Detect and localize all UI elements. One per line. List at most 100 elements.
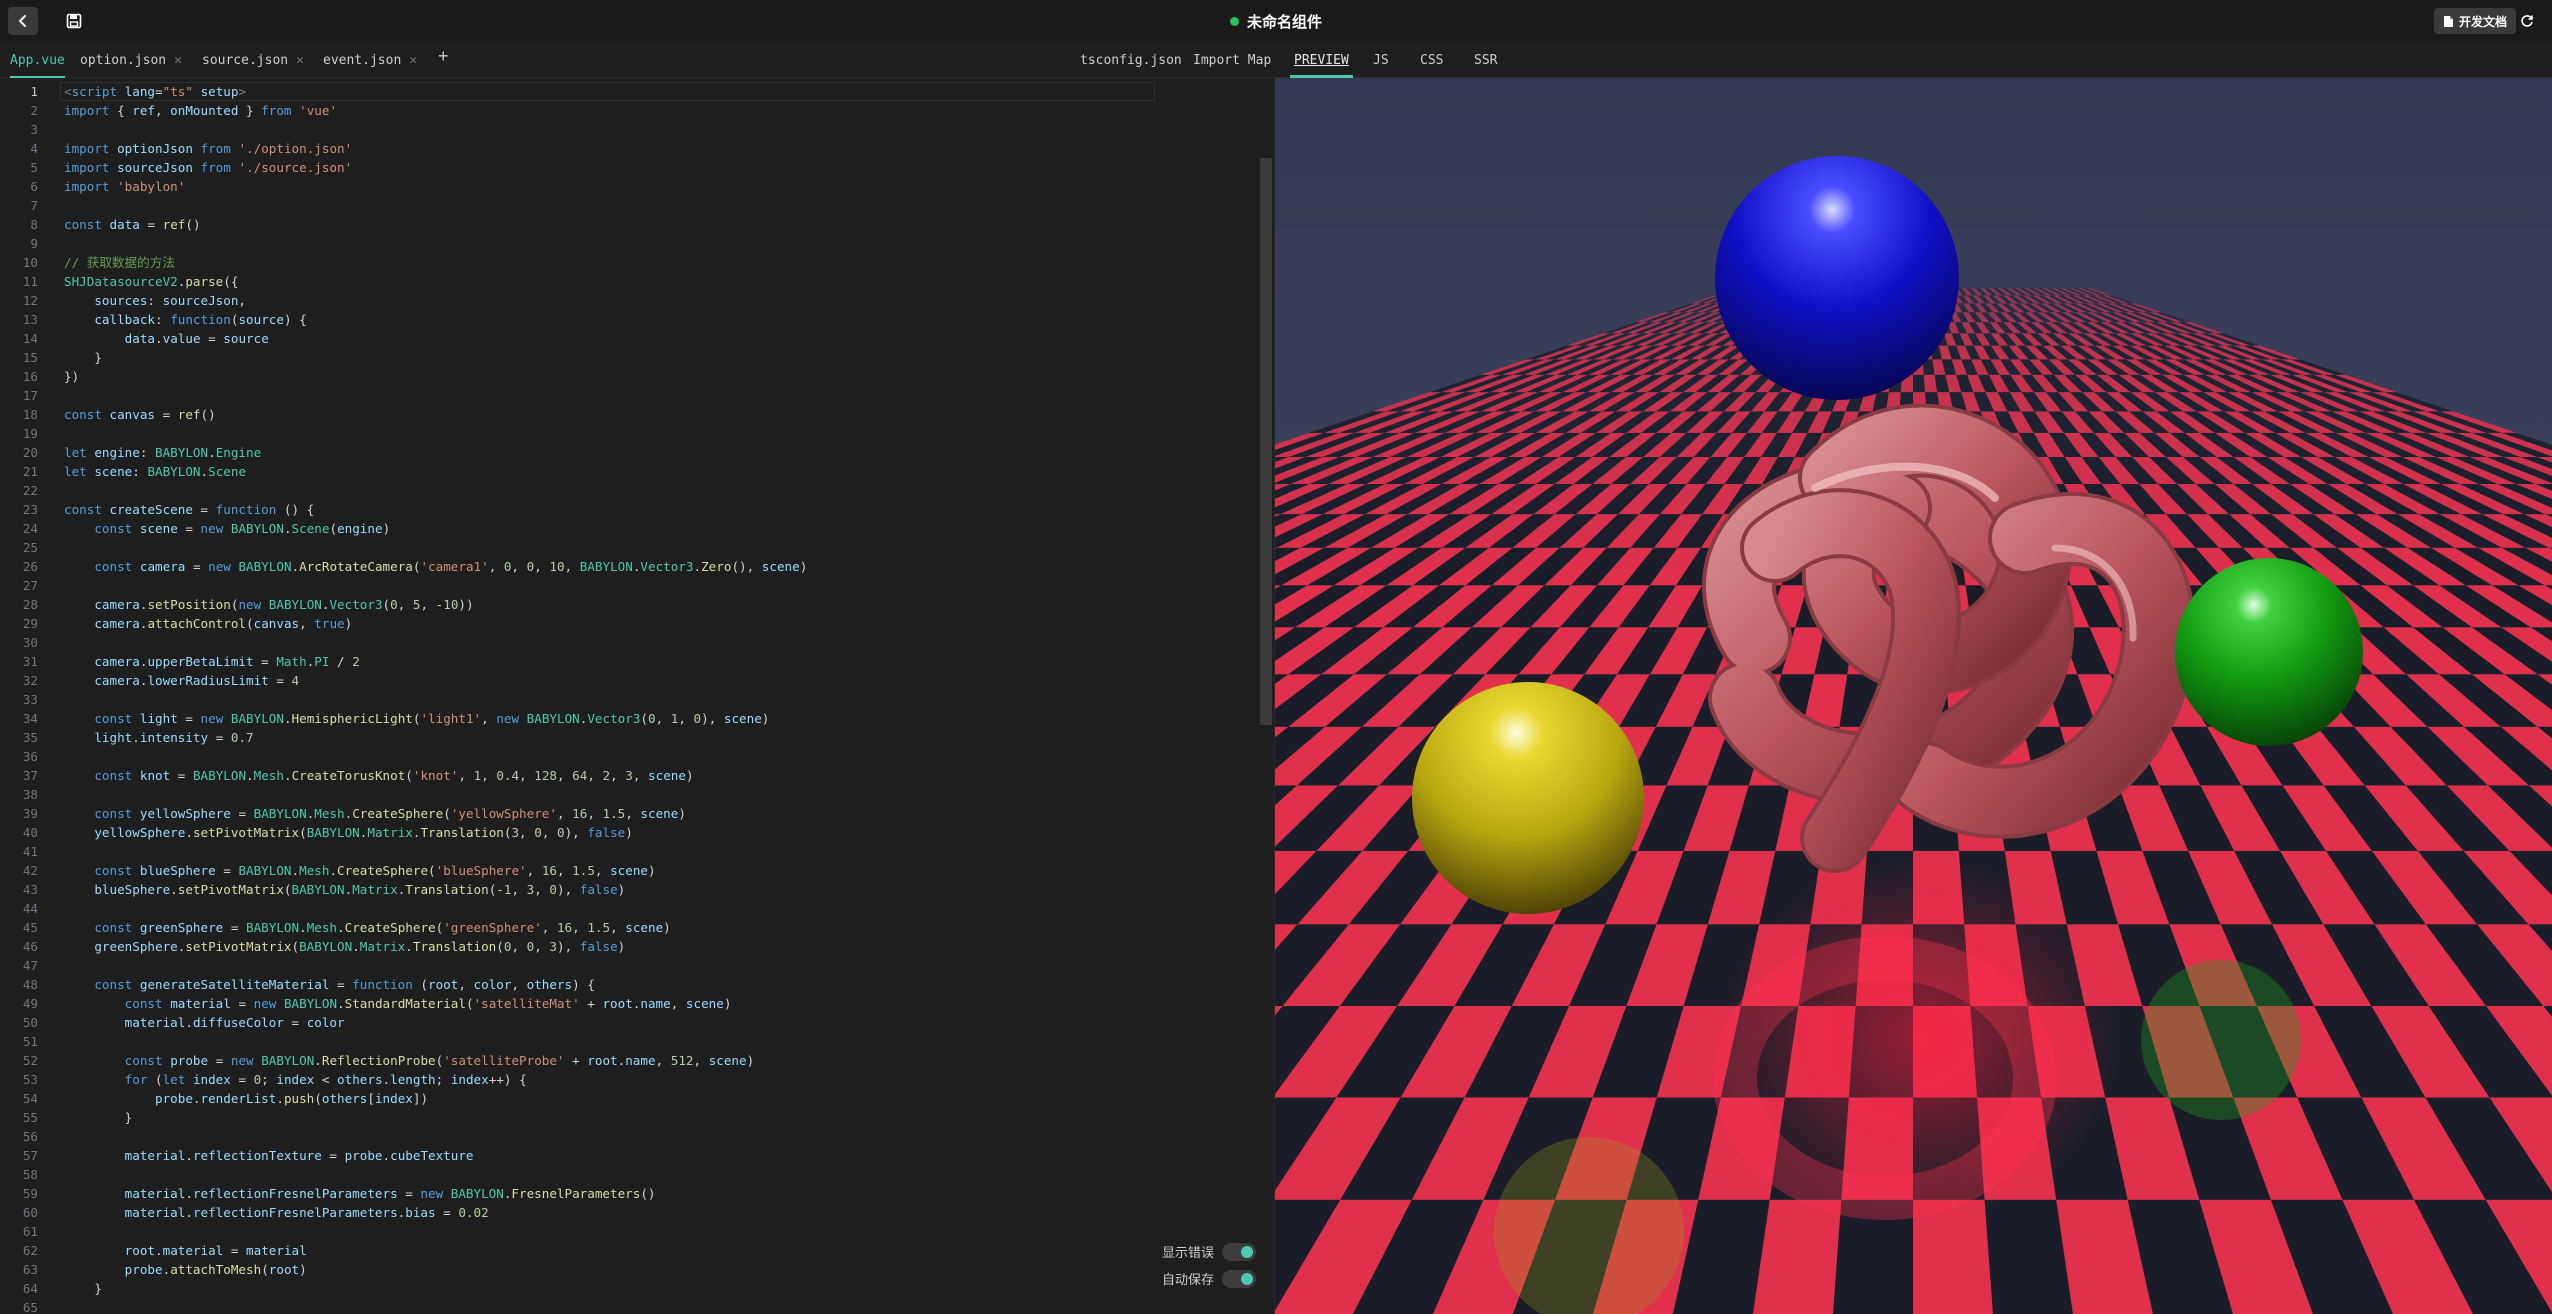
- code-line[interactable]: 6 import 'babylon': [0, 177, 1260, 196]
- code-line[interactable]: 28 camera.setPosition(new BABYLON.Vector…: [0, 595, 1260, 614]
- code-line[interactable]: 39 const yellowSphere = BABYLON.Mesh.Cre…: [0, 804, 1260, 823]
- line-number: 12: [22, 293, 38, 308]
- code-line[interactable]: 44: [0, 899, 1260, 918]
- code-line[interactable]: 9: [0, 234, 1260, 253]
- auto-save-toggle[interactable]: [1222, 1269, 1257, 1288]
- code-line[interactable]: 3: [0, 120, 1260, 139]
- code-line[interactable]: 10 // 获取数据的方法: [0, 253, 1260, 272]
- code-line[interactable]: 43 blueSphere.setPivotMatrix(BABYLON.Mat…: [0, 880, 1260, 899]
- tab-tsconfig[interactable]: tsconfig.json: [1080, 42, 1182, 78]
- code-text: // 获取数据的方法: [64, 255, 175, 270]
- code-line[interactable]: 33: [0, 690, 1260, 709]
- code-line[interactable]: 48 const generateSatelliteMaterial = fun…: [0, 975, 1260, 994]
- code-line[interactable]: 21 let scene: BABYLON.Scene: [0, 462, 1260, 481]
- code-line[interactable]: 20 let engine: BABYLON.Engine: [0, 443, 1260, 462]
- code-line[interactable]: 31 camera.upperBetaLimit = Math.PI / 2: [0, 652, 1260, 671]
- code-text: }): [64, 369, 80, 384]
- code-line[interactable]: 35 light.intensity = 0.7: [0, 728, 1260, 747]
- tab-source-json[interactable]: source.json ✕: [202, 42, 304, 78]
- code-line[interactable]: 17: [0, 386, 1260, 405]
- add-tab-button[interactable]: +: [438, 46, 449, 67]
- code-line[interactable]: 26 const camera = new BABYLON.ArcRotateC…: [0, 557, 1260, 576]
- code-line[interactable]: 15 }: [0, 348, 1260, 367]
- code-line[interactable]: 63 probe.attachToMesh(root): [0, 1260, 1260, 1279]
- code-line[interactable]: 19: [0, 424, 1260, 443]
- auto-save-toggle-row: 自动保存: [1162, 1269, 1257, 1288]
- save-button[interactable]: [62, 9, 86, 33]
- tab-preview[interactable]: PREVIEW: [1290, 42, 1353, 78]
- code-line[interactable]: 4 import optionJson from './option.json': [0, 139, 1260, 158]
- tab-css[interactable]: CSS: [1420, 42, 1443, 78]
- code-text: }: [64, 1281, 102, 1296]
- code-line[interactable]: 42 const blueSphere = BABYLON.Mesh.Creat…: [0, 861, 1260, 880]
- tab-event-json[interactable]: event.json ✕: [323, 42, 417, 78]
- code-line[interactable]: 60 material.reflectionFresnelParameters.…: [0, 1203, 1260, 1222]
- code-line[interactable]: 56: [0, 1127, 1260, 1146]
- tab-js[interactable]: JS: [1373, 42, 1389, 78]
- code-line[interactable]: 47: [0, 956, 1260, 975]
- preview-pane[interactable]: [1275, 78, 2552, 1314]
- code-line[interactable]: 18 const canvas = ref(): [0, 405, 1260, 424]
- code-line[interactable]: 52 const probe = new BABYLON.ReflectionP…: [0, 1051, 1260, 1070]
- code-line[interactable]: 12 sources: sourceJson,: [0, 291, 1260, 310]
- babylon-canvas[interactable]: [1275, 78, 2552, 1314]
- tab-import-map[interactable]: Import Map: [1193, 42, 1271, 78]
- code-line[interactable]: 57 material.reflectionTexture = probe.cu…: [0, 1146, 1260, 1165]
- code-line[interactable]: 14 data.value = source: [0, 329, 1260, 348]
- code-line[interactable]: 51: [0, 1032, 1260, 1051]
- code-line[interactable]: 40 yellowSphere.setPivotMatrix(BABYLON.M…: [0, 823, 1260, 842]
- code-line[interactable]: 2 import { ref, onMounted } from 'vue': [0, 101, 1260, 120]
- code-line[interactable]: 49 const material = new BABYLON.Standard…: [0, 994, 1260, 1013]
- code-line[interactable]: 61: [0, 1222, 1260, 1241]
- code-line[interactable]: 37 const knot = BABYLON.Mesh.CreateTorus…: [0, 766, 1260, 785]
- line-number: 16: [22, 369, 38, 384]
- code-line[interactable]: 27: [0, 576, 1260, 595]
- code-line[interactable]: 34 const light = new BABYLON.Hemispheric…: [0, 709, 1260, 728]
- code-line[interactable]: 50 material.diffuseColor = color: [0, 1013, 1260, 1032]
- code-line[interactable]: 7: [0, 196, 1260, 215]
- docs-button[interactable]: 开发文档: [2434, 8, 2517, 34]
- code-line[interactable]: 58: [0, 1165, 1260, 1184]
- code-line[interactable]: 65: [0, 1298, 1260, 1314]
- editor-scrollbar[interactable]: [1260, 158, 1272, 725]
- code-line[interactable]: 41: [0, 842, 1260, 861]
- code-line[interactable]: 55 }: [0, 1108, 1260, 1127]
- refresh-button[interactable]: [2516, 10, 2538, 32]
- close-icon[interactable]: ✕: [174, 53, 182, 68]
- back-button[interactable]: [8, 7, 38, 35]
- code-line[interactable]: 8 const data = ref(): [0, 215, 1260, 234]
- code-line[interactable]: 29 camera.attachControl(canvas, true): [0, 614, 1260, 633]
- code-line[interactable]: 22: [0, 481, 1260, 500]
- code-line[interactable]: 53 for (let index = 0; index < others.le…: [0, 1070, 1260, 1089]
- line-number: 41: [22, 844, 38, 859]
- line-number: 25: [22, 540, 38, 555]
- show-errors-toggle[interactable]: [1222, 1242, 1257, 1261]
- code-line[interactable]: 5 import sourceJson from './source.json': [0, 158, 1260, 177]
- tab-option-json[interactable]: option.json ✕: [80, 42, 182, 78]
- line-number: 28: [22, 597, 38, 612]
- code-line[interactable]: 11 SHJDatasourceV2.parse({: [0, 272, 1260, 291]
- code-line[interactable]: 46 greenSphere.setPivotMatrix(BABYLON.Ma…: [0, 937, 1260, 956]
- code-line[interactable]: 13 callback: function(source) {: [0, 310, 1260, 329]
- code-line[interactable]: 62 root.material = material: [0, 1241, 1260, 1260]
- code-line[interactable]: 30: [0, 633, 1260, 652]
- close-icon[interactable]: ✕: [409, 53, 417, 68]
- code-line[interactable]: 32 camera.lowerRadiusLimit = 4: [0, 671, 1260, 690]
- code-line[interactable]: 16}): [0, 367, 1260, 386]
- code-line[interactable]: 1 <script lang="ts" setup>: [0, 82, 1260, 101]
- close-icon[interactable]: ✕: [296, 53, 304, 68]
- chevron-left-icon: [18, 15, 26, 27]
- code-line[interactable]: 24 const scene = new BABYLON.Scene(engin…: [0, 519, 1260, 538]
- code-line[interactable]: 38: [0, 785, 1260, 804]
- tab-ssr[interactable]: SSR: [1474, 42, 1497, 78]
- code-line[interactable]: 45 const greenSphere = BABYLON.Mesh.Crea…: [0, 918, 1260, 937]
- code-line[interactable]: 36: [0, 747, 1260, 766]
- line-number: 9: [30, 236, 38, 251]
- code-line[interactable]: 23 const createScene = function () {: [0, 500, 1260, 519]
- code-editor[interactable]: 1 <script lang="ts" setup> 2 import { ref, …: [0, 78, 1274, 1314]
- code-line[interactable]: 64 }: [0, 1279, 1260, 1298]
- code-line[interactable]: 25: [0, 538, 1260, 557]
- code-line[interactable]: 54 probe.renderList.push(others[index]): [0, 1089, 1260, 1108]
- code-line[interactable]: 59 material.reflectionFresnelParameters …: [0, 1184, 1260, 1203]
- tab-app-vue[interactable]: App.vue: [10, 42, 65, 78]
